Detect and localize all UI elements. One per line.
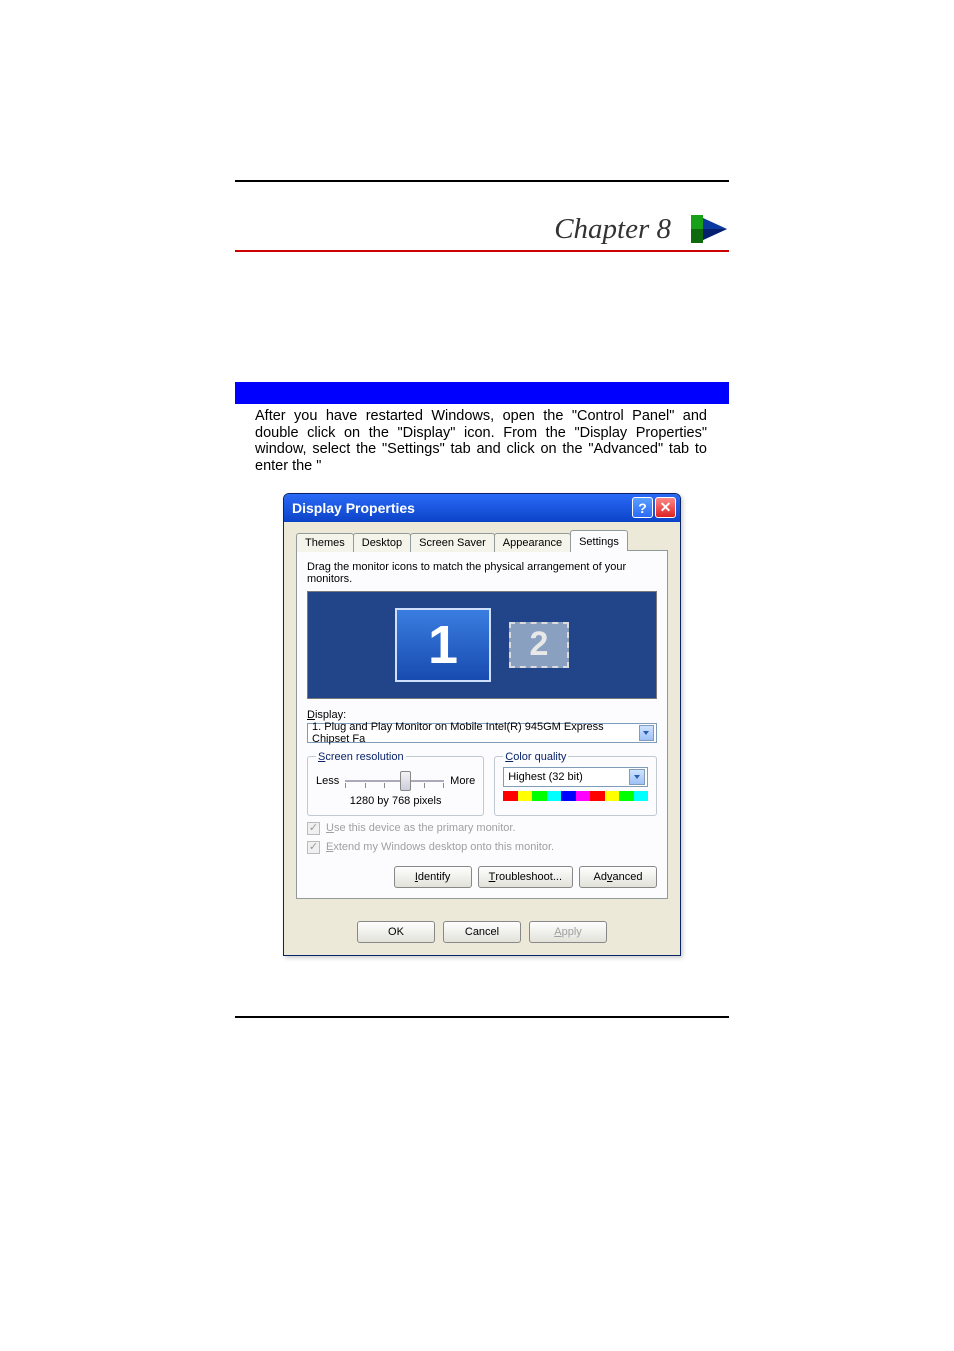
tab-strip: Themes Desktop Screen Saver Appearance S… bbox=[296, 530, 668, 551]
cancel-button[interactable]: Cancel bbox=[443, 921, 521, 943]
dialog-buttons: OK Cancel Apply bbox=[284, 911, 680, 955]
slider-more-label: More bbox=[450, 775, 475, 787]
apply-button: Apply bbox=[529, 921, 607, 943]
extend-desktop-checkbox: ✓ Extend my Windows desktop onto this mo… bbox=[307, 841, 657, 854]
window-title: Display Properties bbox=[292, 500, 630, 516]
slider-less-label: Less bbox=[316, 775, 339, 787]
tab-appearance[interactable]: Appearance bbox=[494, 533, 571, 552]
color-bar bbox=[503, 791, 648, 801]
section-bar bbox=[235, 382, 729, 404]
color-quality-legend: Color quality bbox=[503, 751, 568, 763]
troubleshoot-button[interactable]: Troubleshoot... bbox=[478, 866, 573, 888]
top-rule bbox=[235, 180, 729, 182]
settings-panel: Drag the monitor icons to match the phys… bbox=[296, 550, 668, 899]
color-quality-group: Color quality Highest (32 bit) bbox=[494, 751, 657, 816]
bottom-rule bbox=[235, 1016, 729, 1018]
tab-screen-saver[interactable]: Screen Saver bbox=[410, 533, 495, 552]
chapter-title: Chapter 8 bbox=[554, 213, 671, 246]
body-text: After you have restarted Windows, open t… bbox=[235, 408, 729, 475]
advanced-button[interactable]: Advanced bbox=[579, 866, 657, 888]
chapter-header: Chapter 8 bbox=[235, 212, 729, 252]
tab-desktop[interactable]: Desktop bbox=[353, 533, 411, 552]
color-quality-value: Highest (32 bit) bbox=[508, 771, 583, 783]
chapter-logo-icon bbox=[689, 212, 729, 246]
dropdown-arrow-icon bbox=[629, 769, 645, 785]
display-select[interactable]: 1. Plug and Play Monitor on Mobile Intel… bbox=[307, 723, 657, 743]
resolution-value: 1280 by 768 pixels bbox=[316, 795, 475, 807]
resolution-slider[interactable] bbox=[345, 771, 444, 791]
titlebar: Display Properties ? ✕ bbox=[284, 494, 680, 522]
drag-instruction: Drag the monitor icons to match the phys… bbox=[307, 561, 657, 585]
tab-settings[interactable]: Settings bbox=[570, 530, 628, 551]
screen-resolution-group: Screen resolution Less More 1280 bbox=[307, 751, 484, 816]
help-button[interactable]: ? bbox=[632, 497, 653, 518]
monitor-1-icon[interactable]: 1 bbox=[395, 608, 491, 682]
slider-thumb[interactable] bbox=[400, 771, 411, 791]
identify-button[interactable]: Identify bbox=[394, 866, 472, 888]
close-button[interactable]: ✕ bbox=[655, 497, 676, 518]
display-label: Display: bbox=[307, 709, 657, 721]
tab-themes[interactable]: Themes bbox=[296, 533, 354, 552]
ok-button[interactable]: OK bbox=[357, 921, 435, 943]
monitor-arrangement[interactable]: 1 2 bbox=[307, 591, 657, 699]
monitor-2-icon[interactable]: 2 bbox=[509, 622, 569, 668]
screen-resolution-legend: Screen resolution bbox=[316, 751, 406, 763]
display-select-value: 1. Plug and Play Monitor on Mobile Intel… bbox=[312, 721, 639, 745]
display-properties-dialog: Display Properties ? ✕ Themes Desktop Sc… bbox=[283, 493, 681, 956]
color-quality-select[interactable]: Highest (32 bit) bbox=[503, 767, 648, 787]
panel-buttons: Identify Troubleshoot... Advanced bbox=[307, 866, 657, 888]
dropdown-arrow-icon bbox=[639, 725, 654, 741]
primary-monitor-checkbox: ✓ Use this device as the primary monitor… bbox=[307, 822, 657, 835]
